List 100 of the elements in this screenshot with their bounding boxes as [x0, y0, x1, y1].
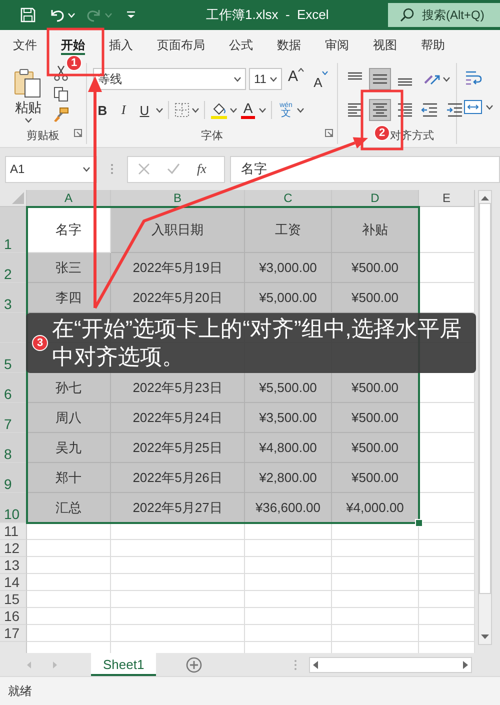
table-cell [419, 403, 475, 433]
caret-icon[interactable] [24, 118, 32, 122]
caret-icon[interactable] [156, 108, 163, 112]
column-header[interactable]: A [27, 190, 111, 207]
check-icon[interactable] [167, 163, 180, 175]
row-header[interactable]: 7 [0, 403, 27, 433]
row-header[interactable]: 14 [0, 574, 27, 591]
table-cell: 吴九 [27, 433, 111, 463]
ribbon-tab[interactable]: 数据 [265, 30, 313, 60]
drag-handle-icon[interactable] [110, 163, 114, 175]
formula-field[interactable]: 名字 [230, 156, 500, 182]
scroll-thumb[interactable] [479, 203, 491, 594]
table-cell: ¥3,500.00 [245, 403, 332, 433]
fill-handle[interactable] [415, 519, 423, 527]
table-cell: 汇总 [27, 493, 111, 523]
table-cell: 孙七 [27, 373, 111, 403]
font-size-field[interactable]: 11 [249, 68, 282, 90]
table-cell: 入职日期 [111, 207, 245, 253]
save-icon[interactable] [20, 7, 36, 23]
table-cell: 张三 [27, 253, 111, 283]
borders-icon[interactable] [174, 102, 190, 118]
caret-icon[interactable] [443, 76, 450, 82]
column-header[interactable]: C [245, 190, 332, 207]
row-header[interactable]: 8 [0, 433, 27, 463]
ribbon-tab[interactable]: 插入 [97, 30, 145, 60]
search-field[interactable]: 搜索(Alt+Q) [388, 3, 500, 27]
column-header[interactable]: D [332, 190, 419, 207]
insert-function-button[interactable]: fx [197, 161, 206, 177]
caret-icon[interactable] [259, 108, 266, 112]
group-label: 剪贴板 [26, 128, 60, 142]
grow-font-button[interactable]: A [285, 68, 307, 90]
paste-button[interactable]: 粘贴 [11, 63, 45, 126]
ribbon-tab[interactable]: 文件 [1, 30, 49, 60]
row-header[interactable]: 17 [0, 625, 27, 642]
table-cell: 2022年5月27日 [111, 493, 245, 523]
name-box[interactable]: A1 [5, 156, 97, 182]
dialog-launcher-icon[interactable] [325, 129, 333, 137]
caret-icon[interactable] [83, 166, 90, 172]
bold-button[interactable]: B [93, 99, 112, 121]
table-cell [419, 574, 475, 591]
table-cell: 2022年5月24日 [111, 403, 245, 433]
dialog-launcher-icon[interactable] [74, 129, 82, 137]
table-cell: 2022年5月25日 [111, 433, 245, 463]
row-header[interactable]: 2 [0, 253, 27, 283]
clipboard-icon [14, 68, 42, 98]
vertical-scrollbar[interactable] [478, 190, 492, 645]
add-sheet-icon[interactable] [186, 656, 202, 672]
row-header[interactable]: 10 [0, 493, 27, 523]
merge-center-icon[interactable] [463, 97, 483, 117]
customize-icon[interactable] [126, 11, 136, 19]
ribbon-tab[interactable]: 页面布局 [145, 30, 217, 60]
table-cell [419, 540, 475, 557]
caret-icon[interactable] [230, 108, 237, 112]
ribbon-tab[interactable]: 审阅 [313, 30, 361, 60]
caret-icon[interactable] [297, 108, 304, 112]
caret-icon[interactable] [486, 104, 493, 110]
copy-icon[interactable] [53, 86, 69, 102]
italic-button[interactable]: I [114, 99, 133, 121]
ribbon-tab[interactable]: 视图 [361, 30, 409, 60]
caret-icon[interactable] [270, 76, 277, 82]
row-header[interactable]: 13 [0, 557, 27, 574]
drag-handle-icon[interactable] [294, 658, 298, 670]
up-arrow-icon[interactable] [481, 195, 489, 201]
down-arrow-icon[interactable] [481, 634, 489, 640]
row-header[interactable]: 9 [0, 463, 27, 493]
table-cell: 2022年5月26日 [111, 463, 245, 493]
caret-icon[interactable] [234, 76, 241, 82]
row-header[interactable]: 16 [0, 608, 27, 625]
table-cell [419, 591, 475, 608]
row-header[interactable]: 1 [0, 207, 27, 253]
sheet-tab[interactable]: Sheet1 [91, 653, 156, 676]
row-header[interactable]: 15 [0, 591, 27, 608]
underline-button[interactable]: U [135, 99, 154, 121]
font-color-button[interactable]: A [239, 99, 257, 121]
table-cell: ¥36,600.00 [245, 493, 332, 523]
down-caret-icon [322, 71, 328, 75]
horizontal-scrollbar[interactable] [309, 656, 472, 672]
caret-icon[interactable] [192, 108, 199, 112]
up-caret-icon [298, 68, 304, 72]
window-title: 工作簿1.xlsx - Excel [206, 6, 329, 24]
table-cell [419, 625, 475, 642]
table-cell: ¥500.00 [332, 463, 419, 493]
row-header[interactable]: 3 [0, 283, 27, 313]
left-arrow-icon[interactable] [313, 660, 318, 668]
row-header[interactable]: 6 [0, 373, 27, 403]
fill-color-icon[interactable] [210, 101, 228, 119]
table-cell: 郑十 [27, 463, 111, 493]
row-header[interactable]: 5 [0, 343, 27, 373]
column-header[interactable]: E [419, 190, 475, 207]
format-painter-icon[interactable] [53, 107, 69, 123]
search-icon[interactable] [400, 8, 414, 22]
row-header[interactable]: 12 [0, 540, 27, 557]
row-header[interactable] [0, 313, 27, 343]
ribbon-tab[interactable]: 帮助 [409, 30, 457, 60]
table-cell: 李四 [27, 283, 111, 313]
right-arrow-icon[interactable] [463, 660, 468, 668]
cut-icon[interactable] [53, 65, 69, 81]
ribbon-tab[interactable]: 公式 [217, 30, 265, 60]
row-header[interactable]: 11 [0, 523, 27, 540]
shrink-font-button[interactable]: A [310, 68, 332, 90]
